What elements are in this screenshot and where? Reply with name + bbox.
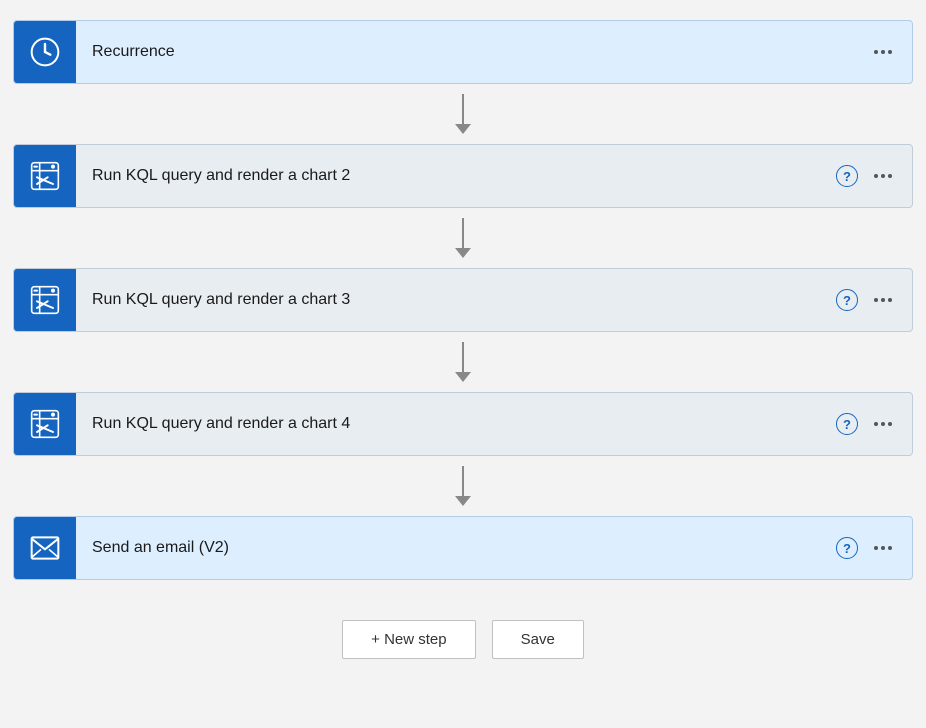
email-more-button[interactable] bbox=[870, 542, 896, 554]
connector-3 bbox=[455, 332, 471, 392]
step-kql3[interactable]: Run KQL query and render a chart 3 ? bbox=[13, 268, 913, 332]
kql2-help-button[interactable]: ? bbox=[836, 165, 858, 187]
email-help-button[interactable]: ? bbox=[836, 537, 858, 559]
recurrence-icon bbox=[14, 21, 76, 83]
kql3-icon bbox=[14, 269, 76, 331]
new-step-button[interactable]: + New step bbox=[342, 620, 475, 659]
step-kql4[interactable]: Run KQL query and render a chart 4 ? bbox=[13, 392, 913, 456]
kql4-help-button[interactable]: ? bbox=[836, 413, 858, 435]
kql4-title: Run KQL query and render a chart 4 bbox=[76, 415, 836, 433]
kql3-actions: ? bbox=[836, 289, 912, 311]
flow-container: Recurrence Run KQL query and render a ch… bbox=[13, 20, 913, 659]
connector-1 bbox=[455, 84, 471, 144]
kql4-actions: ? bbox=[836, 413, 912, 435]
bottom-actions: + New step Save bbox=[342, 620, 584, 659]
kql2-icon bbox=[14, 145, 76, 207]
connector-2 bbox=[455, 208, 471, 268]
recurrence-title: Recurrence bbox=[76, 43, 870, 61]
recurrence-more-button[interactable] bbox=[870, 46, 896, 58]
kql3-title: Run KQL query and render a chart 3 bbox=[76, 291, 836, 309]
email-title: Send an email (V2) bbox=[76, 539, 836, 557]
kql2-title: Run KQL query and render a chart 2 bbox=[76, 167, 836, 185]
kql4-more-button[interactable] bbox=[870, 418, 896, 430]
kql4-icon bbox=[14, 393, 76, 455]
save-button[interactable]: Save bbox=[492, 620, 584, 659]
connector-4 bbox=[455, 456, 471, 516]
step-email[interactable]: Send an email (V2) ? bbox=[13, 516, 913, 580]
step-kql2[interactable]: Run KQL query and render a chart 2 ? bbox=[13, 144, 913, 208]
kql2-more-button[interactable] bbox=[870, 170, 896, 182]
step-recurrence[interactable]: Recurrence bbox=[13, 20, 913, 84]
email-icon bbox=[14, 517, 76, 579]
email-actions: ? bbox=[836, 537, 912, 559]
recurrence-actions bbox=[870, 46, 912, 58]
kql2-actions: ? bbox=[836, 165, 912, 187]
kql3-more-button[interactable] bbox=[870, 294, 896, 306]
kql3-help-button[interactable]: ? bbox=[836, 289, 858, 311]
